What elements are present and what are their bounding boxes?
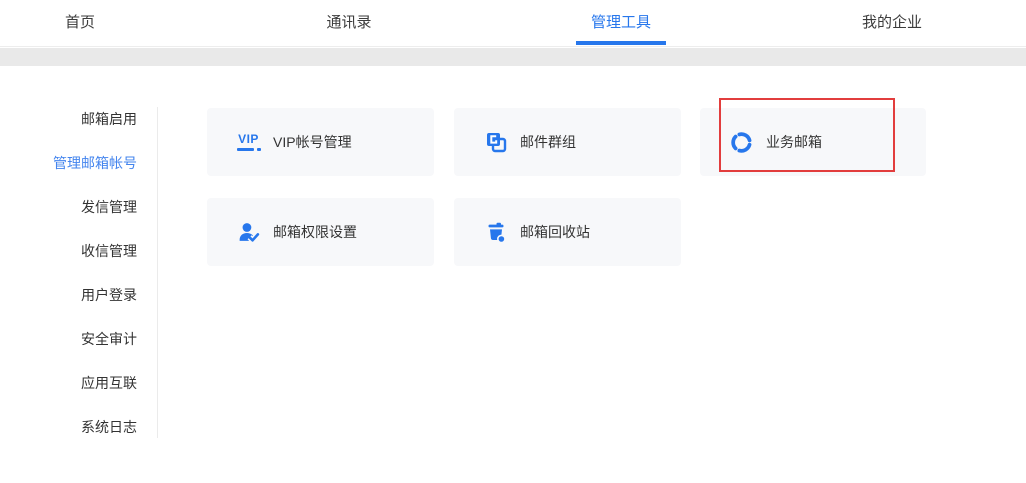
user-check-icon <box>235 219 262 246</box>
sidebar-item-mailbox-enable[interactable]: 邮箱启用 <box>0 97 137 141</box>
sidebar-item-incoming-mail[interactable]: 收信管理 <box>0 229 137 273</box>
tab-my-company[interactable]: 我的企业 <box>862 0 922 46</box>
admin-tools-page: 首页 通讯录 管理工具 我的企业 邮箱启用 管理邮箱帐号 发信管理 收信管理 用… <box>0 0 1026 483</box>
sidebar-item-security-audit[interactable]: 安全审计 <box>0 317 137 361</box>
card-mailbox-permission-settings[interactable]: 邮箱权限设置 <box>207 198 434 266</box>
card-label: 业务邮箱 <box>766 132 822 152</box>
gray-divider-strip <box>0 48 1026 66</box>
card-label: 邮箱权限设置 <box>273 222 357 242</box>
tab-home[interactable]: 首页 <box>65 0 95 46</box>
card-label: 邮箱回收站 <box>520 222 590 242</box>
card-label: 邮件群组 <box>520 132 576 152</box>
sidebar-item-user-login[interactable]: 用户登录 <box>0 273 137 317</box>
card-mailbox-recycle-bin[interactable]: 邮箱回收站 <box>454 198 681 266</box>
vip-badge-icon: VIP <box>235 129 262 156</box>
sidebar-item-system-log[interactable]: 系统日志 <box>0 405 137 449</box>
tab-admin-tools[interactable]: 管理工具 <box>591 0 651 46</box>
trash-icon <box>482 219 509 246</box>
sidebar-item-outgoing-mail[interactable]: 发信管理 <box>0 185 137 229</box>
sidebar-divider <box>157 107 158 438</box>
card-label: VIP帐号管理 <box>273 132 352 152</box>
mail-group-icon <box>482 129 509 156</box>
card-vip-account-management[interactable]: VIP VIP帐号管理 <box>207 108 434 176</box>
sidebar: 邮箱启用 管理邮箱帐号 发信管理 收信管理 用户登录 安全审计 应用互联 系统日… <box>0 97 137 449</box>
card-mail-group[interactable]: 邮件群组 <box>454 108 681 176</box>
tab-contacts[interactable]: 通讯录 <box>326 0 371 46</box>
card-business-mailbox[interactable]: 业务邮箱 <box>700 108 926 176</box>
top-nav: 首页 通讯录 管理工具 我的企业 <box>0 0 1026 47</box>
sync-circle-icon <box>728 129 755 156</box>
sidebar-item-app-integration[interactable]: 应用互联 <box>0 361 137 405</box>
sidebar-item-manage-mailbox-accounts[interactable]: 管理邮箱帐号 <box>0 141 137 185</box>
